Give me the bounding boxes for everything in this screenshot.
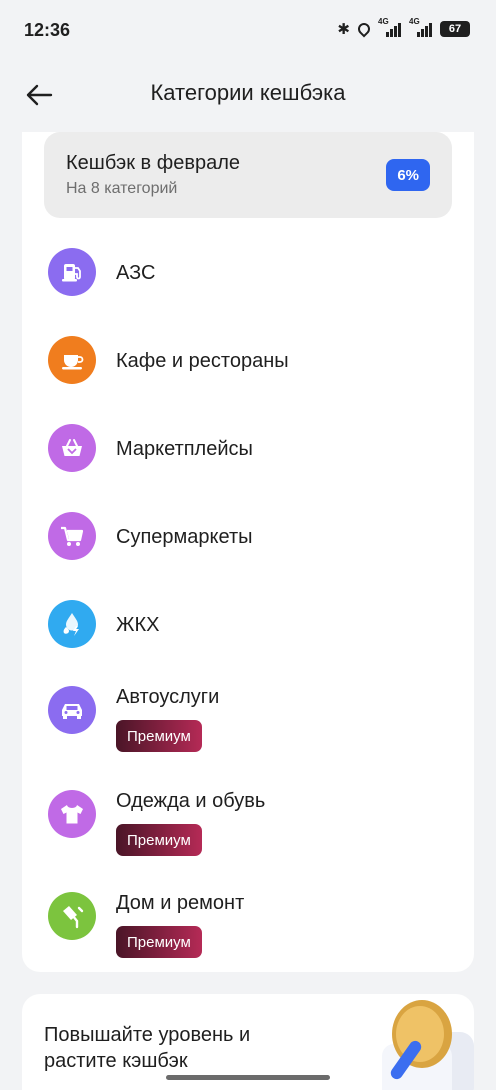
summary-title: Кешбэк в феврале	[66, 152, 240, 174]
category-label: Одежда и обувь	[116, 790, 266, 812]
network-type-1: 4G	[378, 17, 389, 26]
status-icons: ✱ 4G 4G 67	[337, 17, 470, 38]
location-icon	[355, 20, 373, 38]
category-label: Дом и ремонт	[116, 892, 245, 914]
promo-text: Повышайте уровень и растите кэшбэк	[44, 1024, 251, 1072]
network-type-2: 4G	[409, 17, 420, 26]
category-item-azs[interactable]: АЗС	[22, 248, 474, 300]
premium-badge: Премиум	[116, 824, 202, 856]
utilities-icon	[48, 600, 96, 648]
premium-badge: Премиум	[116, 720, 202, 752]
category-label: Супермаркеты	[116, 526, 253, 548]
status-time: 12:36	[24, 20, 71, 40]
fuel-pump-icon	[48, 248, 96, 296]
category-item-cafe[interactable]: Кафе и рестораны	[22, 336, 474, 388]
car-icon	[48, 686, 96, 734]
cashback-summary[interactable]: Кешбэк в феврале На 8 категорий 6%	[44, 132, 452, 218]
battery-level: 67	[448, 23, 462, 35]
category-item-home-repair[interactable]: Дом и ремонт Премиум	[22, 892, 474, 962]
premium-badge: Премиум	[116, 926, 202, 958]
categories-card: Кешбэк в феврале На 8 категорий 6% АЗС К…	[22, 132, 474, 972]
cashback-percent-badge: 6%	[386, 159, 430, 191]
battery-icon: 67	[440, 21, 470, 37]
status-bar: 12:36 ✱ 4G 4G 67	[0, 0, 496, 60]
category-label: ЖКХ	[116, 614, 160, 636]
coin-illustration-icon	[382, 1000, 474, 1090]
tshirt-icon	[48, 790, 96, 838]
category-label: Кафе и рестораны	[116, 350, 289, 372]
signal-icon: 4G	[378, 17, 401, 37]
category-label: Маркетплейсы	[116, 438, 253, 460]
page-title: Категории кешбэка	[150, 80, 346, 105]
category-item-auto-services[interactable]: Автоуслуги Премиум	[22, 686, 474, 756]
basket-icon	[48, 424, 96, 472]
shopping-cart-icon	[48, 512, 96, 560]
category-item-utilities[interactable]: ЖКХ	[22, 600, 474, 652]
category-item-supermarkets[interactable]: Супермаркеты	[22, 512, 474, 564]
category-item-marketplaces[interactable]: Маркетплейсы	[22, 424, 474, 476]
category-label: Автоуслуги	[116, 686, 220, 708]
signal-icon-2: 4G	[409, 17, 432, 37]
cup-icon	[48, 336, 96, 384]
category-item-clothing[interactable]: Одежда и обувь Премиум	[22, 790, 474, 860]
home-indicator[interactable]	[166, 1075, 330, 1080]
app-header: Категории кешбэка	[0, 60, 496, 132]
bluetooth-icon: ✱	[337, 21, 350, 38]
paint-roller-icon	[48, 892, 96, 940]
category-label: АЗС	[116, 262, 156, 284]
summary-subtitle: На 8 категорий	[66, 180, 178, 197]
